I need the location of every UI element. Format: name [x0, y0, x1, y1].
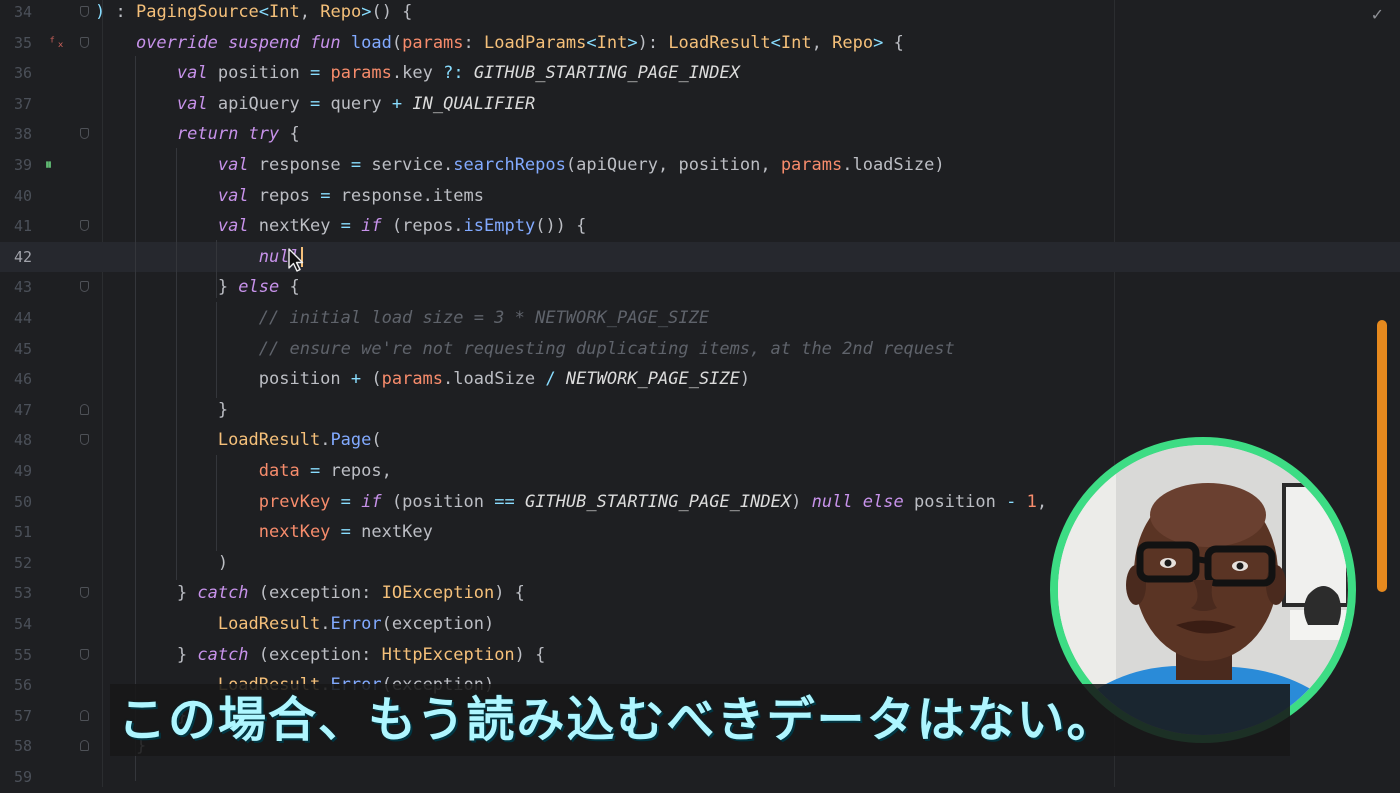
code-line[interactable]: 59	[0, 762, 1400, 793]
code-text[interactable]: override suspend fun load(params: LoadPa…	[95, 28, 904, 59]
line-number[interactable]: 43	[0, 272, 32, 303]
code-text[interactable]: LoadResult.Error(exception)	[95, 609, 494, 640]
line-number[interactable]: 53	[0, 578, 32, 609]
subtitle-caption: この場合、もう読み込むべきデータはない。	[118, 692, 1117, 748]
fold-marker-icon[interactable]	[80, 709, 89, 721]
code-text[interactable]: data = repos,	[95, 456, 392, 487]
indent-guide	[216, 302, 217, 398]
line-number[interactable]: 59	[0, 762, 32, 793]
code-text[interactable]: val nextKey = if (repos.isEmpty()) {	[95, 211, 587, 242]
code-text[interactable]: // ensure we're not requesting duplicati…	[95, 334, 955, 365]
code-text[interactable]: val response = service.searchRepos(apiQu…	[95, 150, 945, 181]
code-line[interactable]: 44 // initial load size = 3 * NETWORK_PA…	[0, 303, 1400, 334]
line-number[interactable]: 47	[0, 395, 32, 426]
suspend-call-icon[interactable]: ⏸	[45, 150, 52, 181]
code-line[interactable]: 47 }	[0, 395, 1400, 426]
code-text[interactable]: prevKey = if (position == GITHUB_STARTIN…	[95, 487, 1047, 518]
line-number[interactable]: 51	[0, 517, 32, 548]
code-text[interactable]: )	[95, 548, 228, 579]
code-text[interactable]: val position = params.key ?: GITHUB_STAR…	[95, 58, 740, 89]
line-number[interactable]: 52	[0, 548, 32, 579]
line-number[interactable]: 58	[0, 731, 32, 762]
fold-marker-icon[interactable]	[80, 587, 89, 599]
line-number[interactable]: 46	[0, 364, 32, 395]
code-line[interactable]: 46 position + (params.loadSize / NETWORK…	[0, 364, 1400, 395]
fold-marker-icon[interactable]	[80, 6, 89, 17]
code-text[interactable]: return try {	[95, 119, 300, 150]
indent-guide	[216, 455, 217, 551]
line-number[interactable]: 40	[0, 181, 32, 212]
line-number[interactable]: 38	[0, 119, 32, 150]
fold-marker-icon[interactable]	[80, 128, 89, 140]
line-number[interactable]: 41	[0, 211, 32, 242]
code-text[interactable]: val repos = response.items	[95, 181, 484, 212]
scrollbar-thumb[interactable]	[1377, 320, 1387, 592]
code-line[interactable]: 42 null	[0, 241, 1400, 273]
code-text[interactable]: }	[95, 395, 228, 426]
line-number[interactable]: 45	[0, 334, 32, 365]
line-number[interactable]: 56	[0, 670, 32, 701]
fold-marker-icon[interactable]	[80, 220, 89, 232]
line-number[interactable]: 34	[0, 0, 32, 28]
line-number[interactable]: 54	[0, 609, 32, 640]
line-number[interactable]: 39	[0, 150, 32, 181]
code-text[interactable]: } else {	[95, 272, 300, 303]
indent-guide	[176, 148, 177, 580]
code-text[interactable]: position + (params.loadSize / NETWORK_PA…	[95, 364, 750, 395]
line-number[interactable]: 55	[0, 640, 32, 671]
code-text[interactable]: val apiQuery = query + IN_QUALIFIER	[95, 89, 535, 120]
fold-marker-icon[interactable]	[80, 281, 89, 293]
code-line[interactable]: 34 ) : PagingSource<Int, Repo>() {	[0, 0, 1400, 28]
line-number[interactable]: 36	[0, 58, 32, 89]
code-line[interactable]: 35 ᶠₓ override suspend fun load(params: L…	[0, 28, 1400, 59]
code-line[interactable]: 43 } else {	[0, 272, 1400, 303]
mouse-pointer-icon	[288, 248, 304, 272]
code-line[interactable]: 39 ⏸ val response = service.searchRepos(a…	[0, 150, 1400, 181]
fold-marker-icon[interactable]	[80, 648, 89, 660]
code-text[interactable]: // initial load size = 3 * NETWORK_PAGE_…	[95, 303, 709, 334]
code-text[interactable]: null	[95, 242, 303, 273]
line-number[interactable]: 37	[0, 89, 32, 120]
indent-guide	[135, 56, 136, 781]
line-number[interactable]: 49	[0, 456, 32, 487]
code-text[interactable]: nextKey = nextKey	[95, 517, 433, 548]
code-line[interactable]: 45 // ensure we're not requesting duplic…	[0, 334, 1400, 365]
code-line[interactable]: 41 val nextKey = if (repos.isEmpty()) {	[0, 211, 1400, 242]
code-text[interactable]: LoadResult.Page(	[95, 425, 382, 456]
fold-marker-icon[interactable]	[80, 36, 89, 48]
code-line[interactable]: 37 val apiQuery = query + IN_QUALIFIER	[0, 89, 1400, 120]
fold-marker-icon[interactable]	[80, 740, 89, 752]
line-number[interactable]: 35	[0, 28, 32, 59]
fold-marker-icon[interactable]	[80, 434, 89, 446]
line-number[interactable]: 57	[0, 701, 32, 732]
code-text[interactable]: } catch (exception: IOException) {	[95, 578, 525, 609]
code-line[interactable]: 40 val repos = response.items	[0, 181, 1400, 212]
indent-guide	[216, 240, 217, 298]
override-method-icon[interactable]: ᶠₓ	[48, 28, 65, 59]
line-number[interactable]: 42	[0, 242, 32, 273]
code-line[interactable]: 38 return try {	[0, 119, 1400, 150]
line-number[interactable]: 48	[0, 425, 32, 456]
code-text[interactable]: ) : PagingSource<Int, Repo>() {	[95, 0, 412, 28]
line-number[interactable]: 44	[0, 303, 32, 334]
code-line[interactable]: 36 val position = params.key ?: GITHUB_S…	[0, 58, 1400, 89]
line-number[interactable]: 50	[0, 487, 32, 518]
code-text[interactable]: } catch (exception: HttpException) {	[95, 640, 546, 671]
inspection-ok-icon[interactable]: ✓	[1371, 5, 1384, 24]
fold-marker-icon[interactable]	[80, 403, 89, 415]
